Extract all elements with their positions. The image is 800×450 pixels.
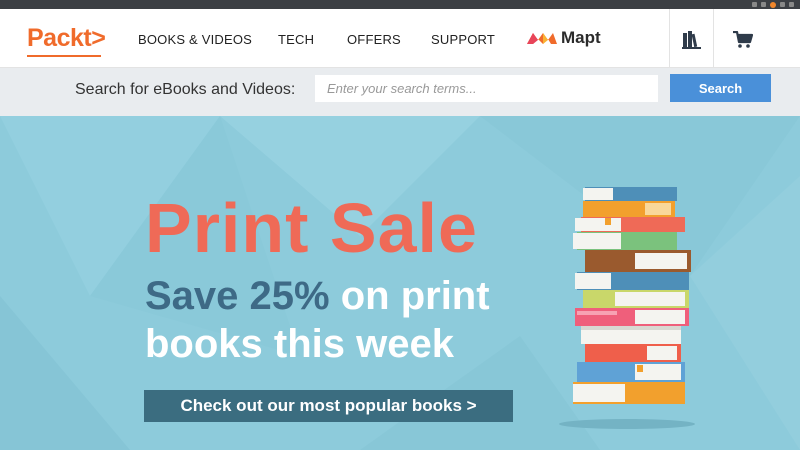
search-bar: Search for eBooks and Videos: Search <box>0 68 800 116</box>
book-stack-illustration <box>559 187 695 429</box>
banner-headline: Print Sale <box>145 189 478 267</box>
nav-separator <box>669 9 670 67</box>
nav-offers[interactable]: OFFERS <box>347 32 401 47</box>
search-input[interactable] <box>315 75 658 102</box>
mapt-link[interactable]: Mapt <box>527 28 601 48</box>
search-label: Search for eBooks and Videos: <box>75 81 296 98</box>
browser-top-strip <box>0 0 800 9</box>
popular-books-cta-button[interactable]: Check out our most popular books > <box>144 390 513 422</box>
search-button[interactable]: Search <box>670 74 771 102</box>
discount-text: Save 25% <box>145 274 330 318</box>
print-sale-banner: Print Sale Save 25% on print books this … <box>0 116 800 450</box>
on-print-text: on print <box>329 274 490 318</box>
library-icon[interactable] <box>682 31 702 49</box>
mapt-label: Mapt <box>561 28 601 47</box>
nav-support[interactable]: SUPPORT <box>431 32 495 47</box>
logo-underline <box>27 55 101 57</box>
top-strip-indicators <box>752 1 794 8</box>
banner-subheadline-line1: Save 25% on print <box>145 274 490 319</box>
site-header: Packt> BOOKS & VIDEOS TECH OFFERS SUPPOR… <box>0 9 800 68</box>
nav-tech[interactable]: TECH <box>278 32 314 47</box>
nav-books-videos[interactable]: BOOKS & VIDEOS <box>138 32 252 47</box>
nav-separator <box>713 9 714 67</box>
packt-logo[interactable]: Packt> <box>27 24 106 53</box>
banner-subheadline-line2: books this week <box>145 322 454 366</box>
mapt-logo-icon <box>527 33 557 44</box>
cart-icon[interactable] <box>733 31 753 49</box>
